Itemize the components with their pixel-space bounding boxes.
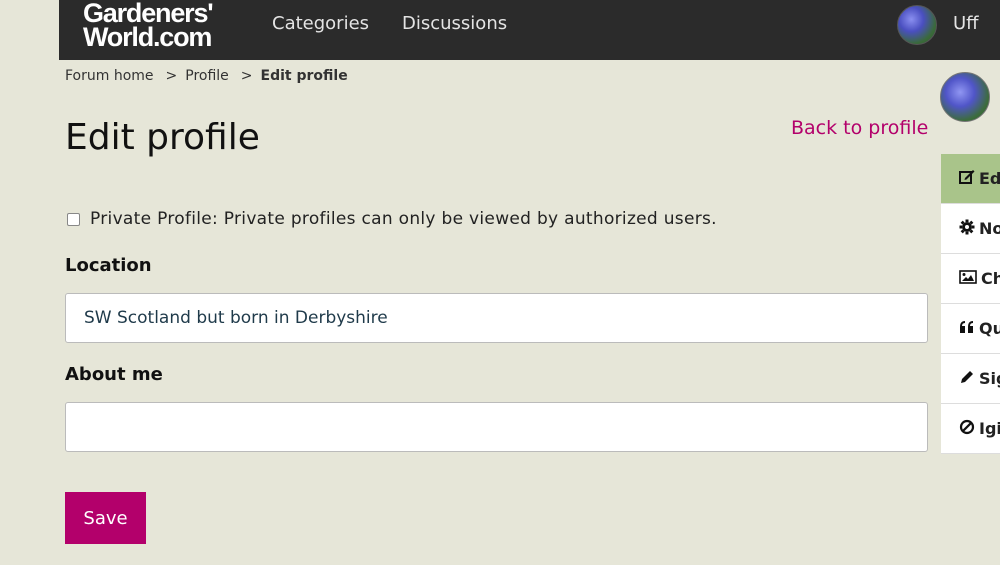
about-me-field[interactable] [65,402,928,452]
side-item-notifications[interactable]: No [941,204,1000,254]
nav-discussions[interactable]: Discussions [402,12,507,36]
side-item-quotes[interactable]: Qu [941,304,1000,354]
side-item-label: Ed [979,169,1000,188]
private-profile-label: Private Profile: Private profiles can on… [90,209,717,229]
save-button[interactable]: Save [65,492,146,544]
location-label: Location [65,255,152,276]
image-icon [959,269,977,288]
side-item-label: Ch [981,269,1000,288]
profile-avatar[interactable] [940,72,990,122]
nav-categories[interactable]: Categories [272,12,369,36]
page-title: Edit profile [65,117,260,158]
about-me-label: About me [65,364,163,385]
private-profile-row: Private Profile: Private profiles can on… [67,209,717,229]
breadcrumb-separator: > [165,68,178,84]
breadcrumb-forum-home[interactable]: Forum home [65,68,154,84]
site-logo[interactable]: Gardeners' World.com [83,0,243,52]
side-item-ignore[interactable]: Igi [941,404,1000,454]
edit-icon [959,169,975,189]
gear-icon [959,219,975,239]
logo-line-2: World.com [83,22,212,52]
ban-icon [959,419,975,439]
profile-side-menu: Ed No Ch Qu Sig Igi [941,154,1000,454]
side-item-label: Sig [979,369,1000,388]
side-item-signature[interactable]: Sig [941,354,1000,404]
pencil-icon [959,369,975,389]
user-avatar[interactable] [897,5,937,45]
side-item-label: No [979,219,1000,238]
quote-icon [959,320,975,338]
back-to-profile-link[interactable]: Back to profile [791,116,928,140]
username-link[interactable]: Uff [953,12,979,36]
breadcrumb: Forum home > Profile > Edit profile [65,66,348,86]
private-profile-checkbox[interactable] [67,212,80,226]
side-item-label: Qu [979,319,1000,338]
breadcrumb-separator: > [240,68,253,84]
top-navbar: Gardeners' World.com Categories Discussi… [59,0,1000,60]
side-item-label: Igi [979,419,1000,438]
side-item-change-picture[interactable]: Ch [941,254,1000,304]
breadcrumb-current: Edit profile [260,68,348,84]
breadcrumb-profile[interactable]: Profile [185,68,229,84]
location-field[interactable]: SW Scotland but born in Derbyshire [65,293,928,343]
side-item-edit[interactable]: Ed [941,154,1000,204]
